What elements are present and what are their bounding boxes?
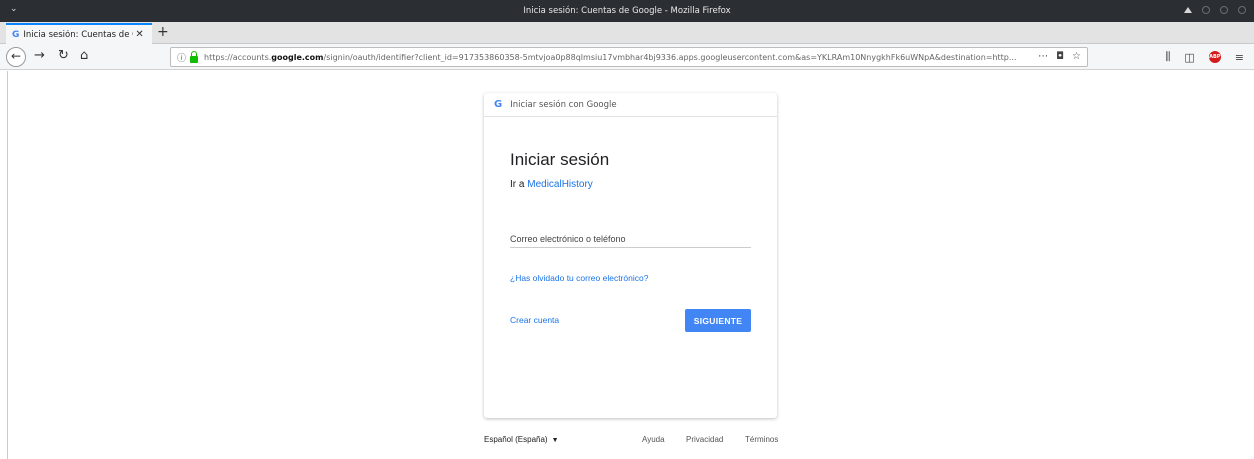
tab-close-icon[interactable]: ✕ — [135, 29, 143, 40]
email-field[interactable] — [510, 230, 751, 248]
pocket-icon[interactable]: ◘ — [1056, 51, 1064, 62]
navigation-bar: ← → ↻ ⌂ ⓘ https://accounts.google.com/si… — [0, 44, 1254, 70]
language-label: Español (España) — [484, 435, 548, 444]
help-link[interactable]: Ayuda — [642, 435, 665, 444]
maximize-button[interactable] — [1220, 6, 1228, 14]
subtitle-prefix: Ir a — [510, 179, 528, 190]
close-window-button[interactable] — [1238, 6, 1246, 14]
chevron-down-icon: ▼ — [551, 437, 559, 444]
bookmark-star-icon[interactable]: ☆ — [1072, 51, 1081, 62]
next-button[interactable]: SIGUIENTE — [685, 309, 751, 332]
url-actions: ⋯ ◘ ☆ — [1038, 51, 1081, 62]
page-title: Iniciar sesión — [510, 150, 610, 169]
sidebar-icon[interactable]: ◫ — [1184, 51, 1194, 64]
forgot-email-link[interactable]: ¿Has olvidado tu correo electrónico? — [510, 273, 648, 283]
window-title: Inicia sesión: Cuentas de Google - Mozil… — [523, 6, 731, 16]
home-button[interactable]: ⌂ — [80, 48, 88, 64]
create-account-link[interactable]: Crear cuenta — [510, 315, 559, 325]
adblock-plus-icon[interactable]: ABP — [1208, 51, 1221, 63]
tab-label: Inicia sesión: Cuentas de Go — [23, 29, 134, 40]
page-actions-icon[interactable]: ⋯ — [1038, 51, 1048, 62]
window-up-icon[interactable] — [1184, 7, 1192, 13]
library-icon[interactable]: ⫼ — [1165, 50, 1170, 64]
forward-button[interactable]: → — [34, 48, 45, 64]
card-header-text: Iniciar sesión con Google — [510, 99, 617, 110]
privacy-link[interactable]: Privacidad — [686, 435, 723, 444]
back-button[interactable]: ← — [6, 47, 26, 67]
language-selector[interactable]: Español (España) ▼ — [484, 435, 559, 444]
google-favicon-icon: G — [12, 29, 20, 40]
card-header: G Iniciar sesión con Google — [484, 93, 777, 117]
window-controls — [1184, 6, 1246, 14]
page-left-divider — [7, 71, 8, 459]
signin-card: G Iniciar sesión con Google Iniciar sesi… — [484, 93, 777, 418]
tab-strip: G Inicia sesión: Cuentas de Go ✕ + — [0, 22, 1254, 44]
url-text[interactable]: https://accounts.google.com/signin/oauth… — [204, 53, 1024, 62]
toolbar-right: ⫼ ◫ ABP ≡ — [1165, 50, 1244, 64]
card-subtitle: Ir a MedicalHistory — [510, 179, 593, 190]
hamburger-menu-icon[interactable]: ≡ — [1235, 51, 1244, 64]
reload-button[interactable]: ↻ — [58, 48, 69, 64]
lock-icon[interactable] — [190, 50, 199, 63]
new-tab-button[interactable]: + — [157, 24, 169, 40]
app-name-link[interactable]: MedicalHistory — [527, 179, 593, 190]
tab-active[interactable]: G Inicia sesión: Cuentas de Go ✕ — [6, 23, 152, 44]
google-logo-icon: G — [494, 99, 503, 110]
url-bar[interactable]: ⓘ https://accounts.google.com/signin/oau… — [170, 47, 1088, 67]
terms-link[interactable]: Términos — [745, 435, 778, 444]
window-titlebar: ⌄ Inicia sesión: Cuentas de Google - Moz… — [0, 0, 1254, 22]
minimize-button[interactable] — [1202, 6, 1210, 14]
info-icon[interactable]: ⓘ — [177, 51, 186, 64]
